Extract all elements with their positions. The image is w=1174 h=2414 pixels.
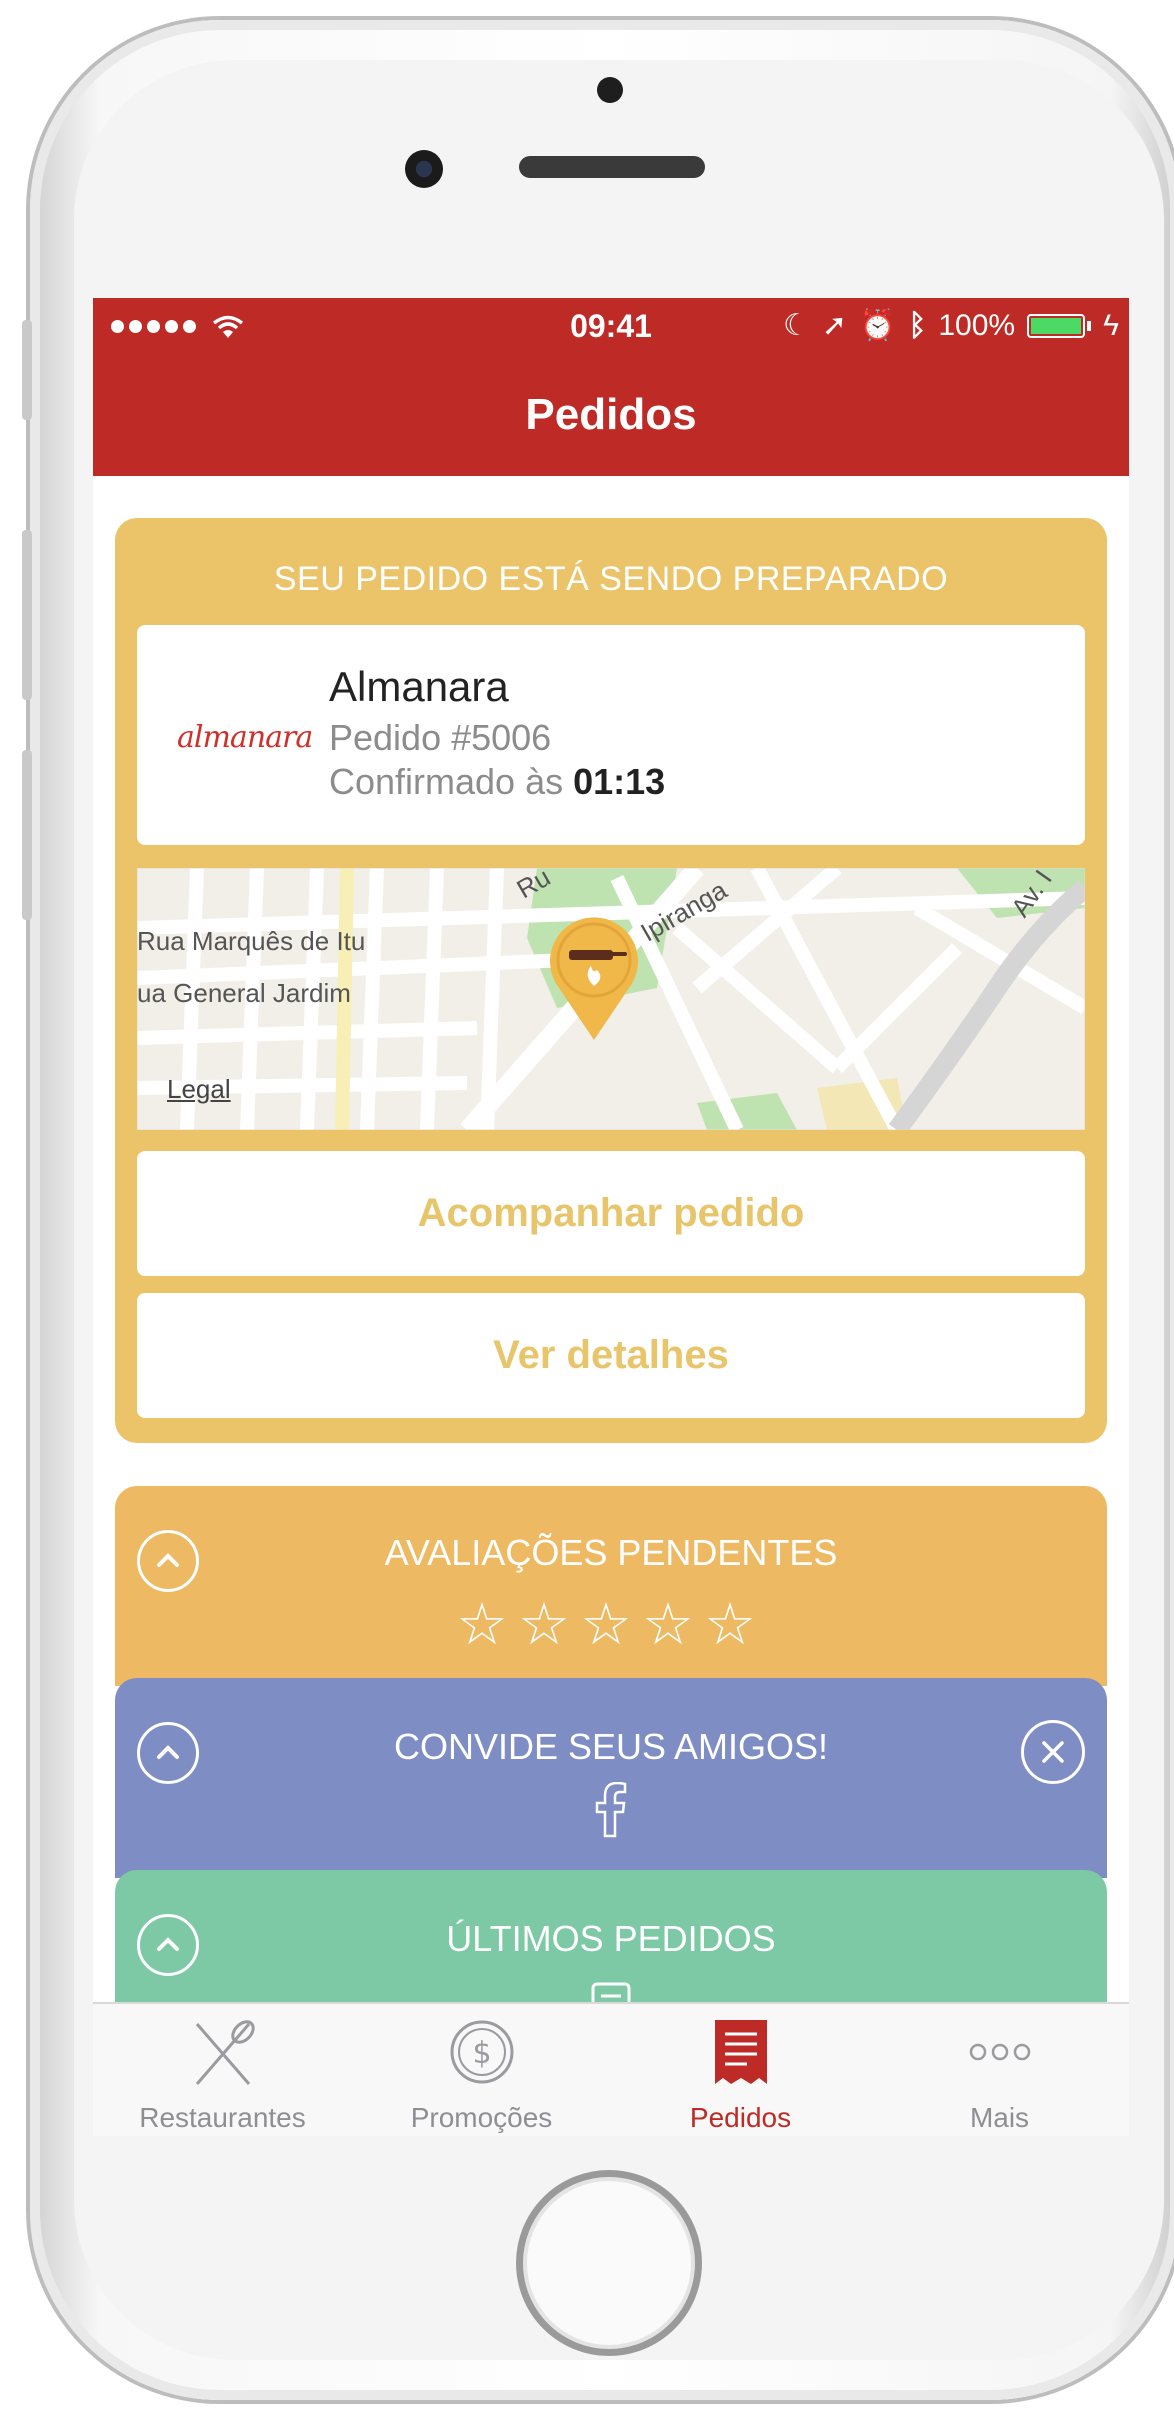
order-map[interactable]: Rua Marquês de Itu ua General Jardim Ipi…	[137, 868, 1085, 1130]
tab-restaurantes[interactable]: Restaurantes	[93, 2004, 352, 2136]
more-dots-icon	[969, 2043, 1031, 2061]
volume-down-button	[22, 750, 32, 920]
restaurant-name: Almanara	[329, 663, 509, 710]
battery-percent: 100%	[938, 308, 1016, 342]
battery-tip	[1087, 320, 1092, 331]
tab-mais[interactable]: Mais	[870, 2004, 1129, 2136]
invite-friends-title: CONVIDE SEUS AMIGOS!	[393, 1726, 829, 1767]
bluetooth-icon: ᛒ	[908, 308, 927, 342]
confirmed-time-line: Confirmado às 01:13	[329, 761, 665, 803]
order-details-button[interactable]: Ver detalhes	[137, 1293, 1085, 1418]
order-status-header: SEU PEDIDO ESTÁ SENDO PREPARADO	[273, 560, 949, 598]
tab-promocoes[interactable]: $ Promoções	[352, 2004, 611, 2136]
svg-text:$: $	[472, 2036, 491, 2071]
mute-switch	[22, 320, 32, 420]
moon-icon: ☾	[782, 309, 810, 342]
close-icon	[1042, 1741, 1064, 1763]
facebook-icon[interactable]	[593, 1782, 629, 1838]
restaurant-map-pin-icon[interactable]	[547, 914, 641, 1042]
navigation-bar: Pedidos	[93, 358, 1129, 476]
front-camera	[405, 150, 443, 188]
pending-reviews-title: AVALIAÇÕES PENDENTES	[384, 1532, 838, 1573]
receipt-icon	[715, 2020, 767, 2084]
proximity-sensor	[597, 77, 623, 103]
tab-label-mais: Mais	[969, 2102, 1030, 2133]
tab-label-promocoes: Promoções	[410, 2102, 553, 2133]
rating-stars-icon[interactable]: ☆☆☆☆☆	[115, 1590, 1107, 1658]
current-order-card: SEU PEDIDO ESTÁ SENDO PREPARADO almanara…	[115, 518, 1107, 1443]
track-order-button[interactable]: Acompanhar pedido	[137, 1151, 1085, 1276]
street-label-general-jardim: ua General Jardim	[137, 978, 351, 1008]
close-invite-button[interactable]	[1021, 1720, 1085, 1784]
charging-icon: ϟ	[1103, 308, 1119, 342]
battery-icon	[1027, 313, 1086, 338]
map-legal-link[interactable]: Legal	[167, 1074, 231, 1105]
order-number: Pedido #5006	[329, 717, 552, 758]
alarm-icon: ⏰	[859, 309, 897, 342]
status-bar: 09:41 ☾ ➚ ⏰ ᛒ 100% ϟ	[93, 298, 1129, 358]
earpiece-speaker	[519, 156, 705, 178]
pending-reviews-panel[interactable]: AVALIAÇÕES PENDENTES ☆☆☆☆☆	[115, 1486, 1107, 1686]
street-label-marques-de-itu: Rua Marquês de Itu	[137, 926, 366, 956]
status-right: ☾ ➚ ⏰ ᛒ 100% ϟ	[783, 308, 1119, 343]
page-title: Pedidos	[525, 390, 697, 439]
tab-label-restaurantes: Restaurantes	[139, 2102, 306, 2133]
invite-friends-panel[interactable]: CONVIDE SEUS AMIGOS!	[115, 1678, 1107, 1878]
last-orders-title: ÚLTIMOS PEDIDOS	[446, 1918, 776, 1959]
tab-bar: Restaurantes $ Promoções Pedidos Mais	[93, 2002, 1129, 2136]
last-orders-panel[interactable]: ÚLTIMOS PEDIDOS	[115, 1870, 1107, 2022]
fork-knife-icon	[195, 2020, 255, 2085]
tab-label-pedidos: Pedidos	[689, 2102, 792, 2133]
app-screen: 09:41 ☾ ➚ ⏰ ᛒ 100% ϟ Pedidos SEU PEDIDO …	[93, 298, 1129, 2136]
volume-up-button	[22, 530, 32, 700]
tab-pedidos[interactable]: Pedidos	[611, 2004, 870, 2136]
confirmed-time: 01:13	[573, 761, 666, 802]
restaurant-info-box[interactable]: almanara Almanara Pedido #5006 Confirmad…	[137, 625, 1085, 845]
restaurant-logo: almanara	[177, 720, 313, 755]
confirmed-label: Confirmado às	[329, 761, 564, 802]
home-button[interactable]	[516, 2170, 702, 2356]
dollar-coin-icon: $	[450, 2020, 514, 2084]
location-arrow-icon: ➚	[821, 309, 848, 342]
